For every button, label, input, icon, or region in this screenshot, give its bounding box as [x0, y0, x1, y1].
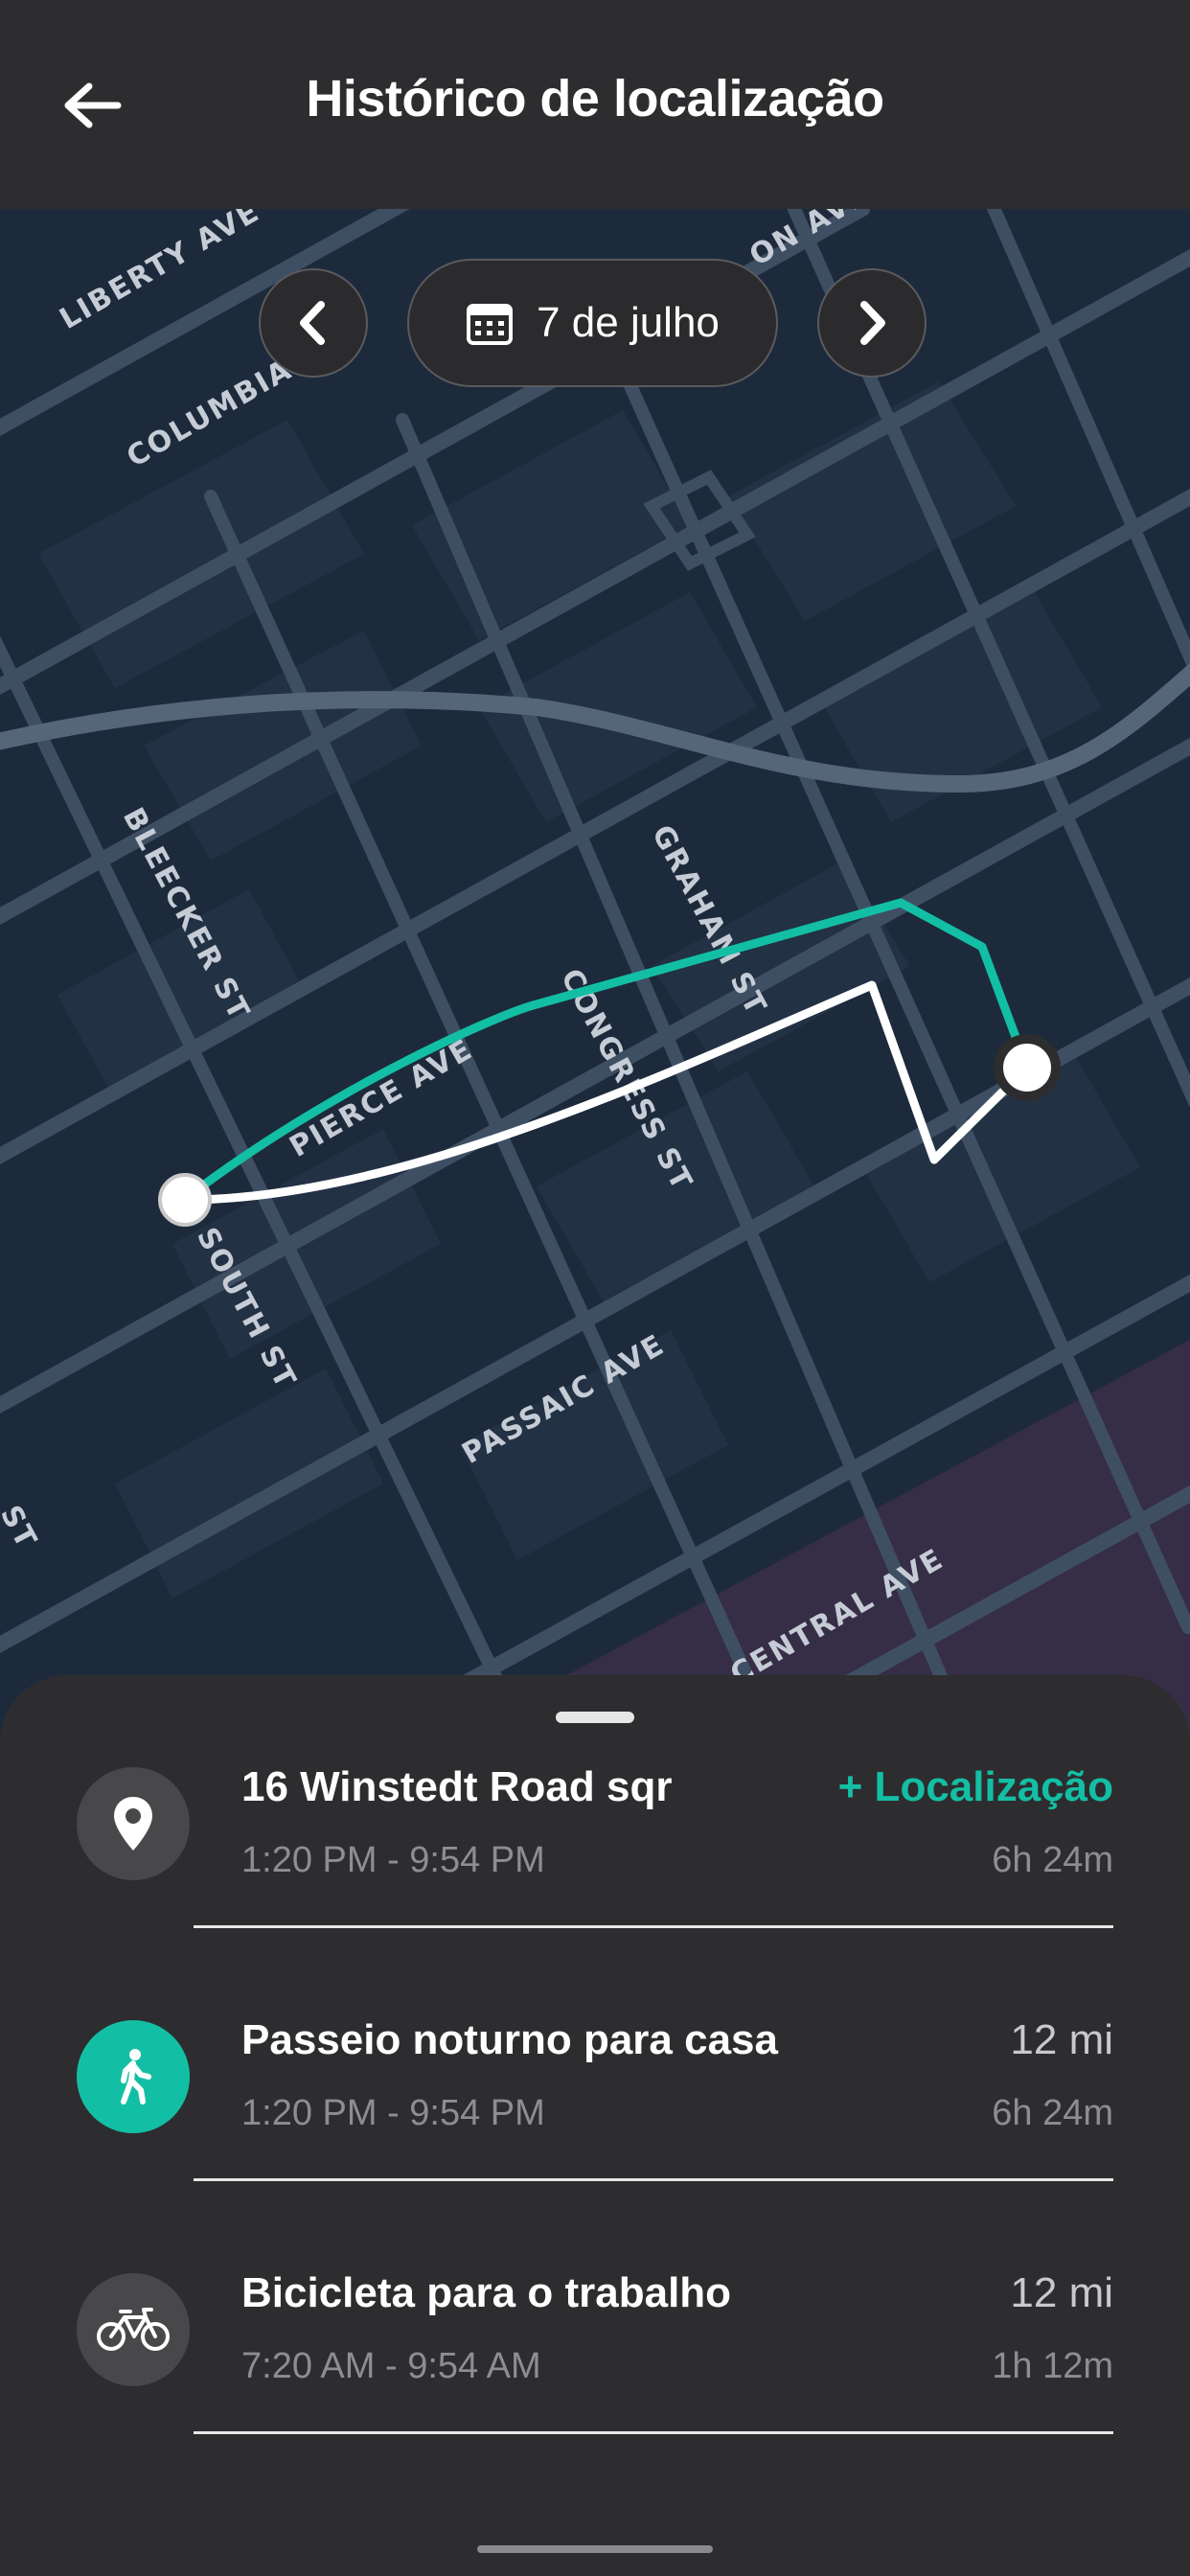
date-label: 7 de julho [537, 299, 720, 346]
duration: 6h 24m [992, 1840, 1113, 1880]
distance: 12 mi [1010, 2016, 1113, 2063]
place-icon-badge [77, 1767, 190, 1880]
activity-name: Passeio noturno para casa [241, 2016, 778, 2063]
duration: 1h 12m [992, 2346, 1113, 2386]
chevron-right-icon [860, 301, 885, 345]
location-pin-icon [114, 1797, 152, 1851]
date-navigation: 7 de julho [0, 259, 1190, 387]
time-range: 7:20 AM - 9:54 AM [241, 2346, 541, 2386]
street-label: ST [0, 1500, 43, 1554]
bike-icon-badge [77, 2273, 190, 2386]
timeline-item[interactable]: 16 Winstedt Road sqr 1:20 PM - 9:54 PM +… [0, 1675, 1190, 1928]
map-view[interactable]: LIBERTY AVE COLUMBIA ON AVE BLEECKER ST … [0, 209, 1190, 1733]
duration: 6h 24m [992, 2093, 1113, 2133]
next-day-button[interactable] [817, 268, 927, 378]
divider [194, 2431, 1113, 2434]
time-range: 1:20 PM - 9:54 PM [241, 2093, 545, 2133]
place-name: 16 Winstedt Road sqr [241, 1763, 673, 1810]
app-header: Histórico de localização [0, 0, 1190, 209]
timeline-item[interactable]: Passeio noturno para casa 1:20 PM - 9:54… [0, 1928, 1190, 2181]
time-range: 1:20 PM - 9:54 PM [241, 1840, 545, 1880]
calendar-icon [467, 304, 514, 345]
timeline-item[interactable]: Bicicleta para o trabalho 7:20 AM - 9:54… [0, 2181, 1190, 2434]
distance: 12 mi [1010, 2269, 1113, 2316]
home-indicator[interactable] [477, 2545, 713, 2553]
walk-icon-badge [77, 2020, 190, 2133]
chevron-left-icon [300, 301, 325, 345]
activity-name: Bicicleta para o trabalho [241, 2269, 732, 2316]
page-title: Histórico de localização [306, 70, 884, 127]
bicycle-icon [97, 2308, 170, 2351]
map-canvas[interactable]: LIBERTY AVE COLUMBIA ON AVE BLEECKER ST … [0, 209, 1190, 1733]
walking-person-icon [121, 2049, 151, 2104]
route-start-marker[interactable] [158, 1173, 212, 1227]
route-end-marker[interactable] [994, 1034, 1061, 1101]
previous-day-button[interactable] [259, 268, 368, 378]
date-picker-button[interactable]: 7 de julho [407, 259, 778, 387]
timeline-sheet: 16 Winstedt Road sqr 1:20 PM - 9:54 PM +… [0, 1675, 1190, 2576]
add-location-link[interactable]: + Localização [838, 1763, 1113, 1811]
